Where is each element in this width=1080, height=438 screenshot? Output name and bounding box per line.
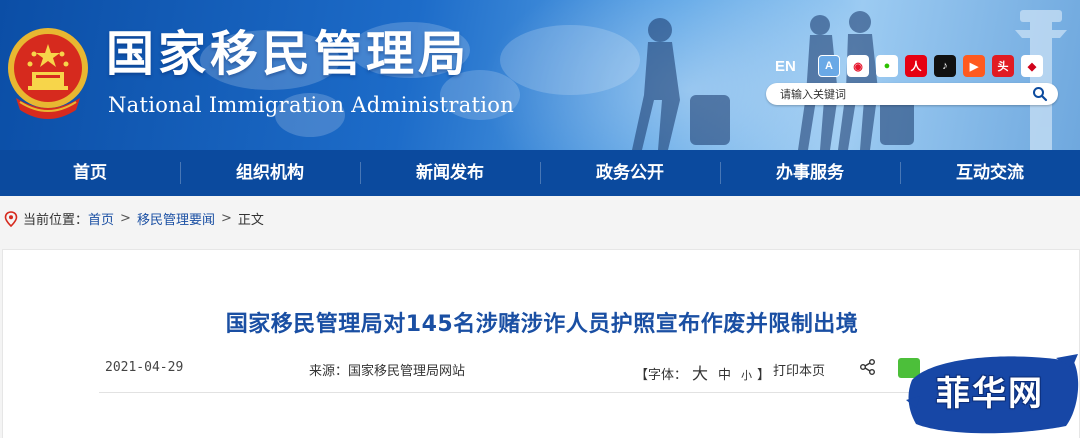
breadcrumb-current: 正文 [237,213,264,228]
font-size-controls: 【字体： 大 中 小 】 [635,360,770,384]
wechat-icon[interactable]: ● [876,55,898,77]
breadcrumb-home[interactable]: 首页 [88,209,114,228]
national-emblem-icon [8,28,88,119]
nav-news[interactable]: 新闻发布 [360,150,540,196]
font-size-label-close: 】 [757,368,771,383]
font-size-large[interactable]: 大 [692,360,708,384]
watermark-text: 菲华网 [936,374,1044,414]
page: 国家移民管理局 National Immigration Administrat… [0,0,1080,438]
nav-services[interactable]: 办事服务 [720,150,900,196]
site-title[interactable]: 国家移民管理局 [106,26,470,82]
nav-government-affairs[interactable]: 政务公开 [540,150,720,196]
font-size-small[interactable]: 小 [741,367,752,383]
article-source: 来源：国家移民管理局网站 [309,364,466,379]
meta-divider [99,392,999,393]
breadcrumb-bar: 当前位置： 首页 > 移民管理要闻 > 正文 [0,196,1080,240]
nav-home[interactable]: 首页 [0,150,180,196]
weibo-icon[interactable]: ◉ [847,55,869,77]
watermark: 菲华网 [906,350,1080,438]
news-icon[interactable]: ◆ [1021,55,1043,77]
breadcrumb-separator: > [220,211,232,226]
breadcrumb-separator: > [120,211,131,226]
breadcrumb-news-section[interactable]: 移民管理要闻 [137,209,215,228]
share-icon[interactable] [859,358,877,376]
search-input[interactable] [780,86,1020,102]
douyin-icon[interactable]: ♪ [934,55,956,77]
print-button[interactable]: 打印本页 [773,360,825,379]
location-pin-icon [4,210,18,227]
breadcrumb: 当前位置： 首页 > 移民管理要闻 > 正文 [4,209,264,228]
site-subtitle-en: National Immigration Administration [108,93,515,117]
main-nav: 首页 组织机构 新闻发布 政务公开 办事服务 互动交流 [0,150,1080,196]
font-size-medium[interactable]: 中 [718,364,731,383]
search-icon[interactable] [1032,86,1048,102]
search-bar [766,83,1058,105]
social-links: A ◉ ● 人 ♪ ▶ 头 ◆ [818,55,1043,77]
renmin-icon[interactable]: 人 [905,55,927,77]
article-date: 2021-04-29 [105,360,184,375]
lang-switch-en[interactable]: EN [775,58,796,75]
kuaishou-icon[interactable]: ▶ [963,55,985,77]
nav-interaction[interactable]: 互动交流 [900,150,1080,196]
header-banner: 国家移民管理局 National Immigration Administrat… [0,0,1080,150]
article-title: 国家移民管理局对145名涉赌涉诈人员护照宣布作废并限制出境 [225,312,859,337]
toutiao-icon[interactable]: 头 [992,55,1014,77]
nav-organization[interactable]: 组织机构 [180,150,360,196]
app-icon[interactable]: A [818,55,840,77]
breadcrumb-label: 当前位置： [23,213,89,228]
font-size-label-open: 【字体： [635,368,688,383]
